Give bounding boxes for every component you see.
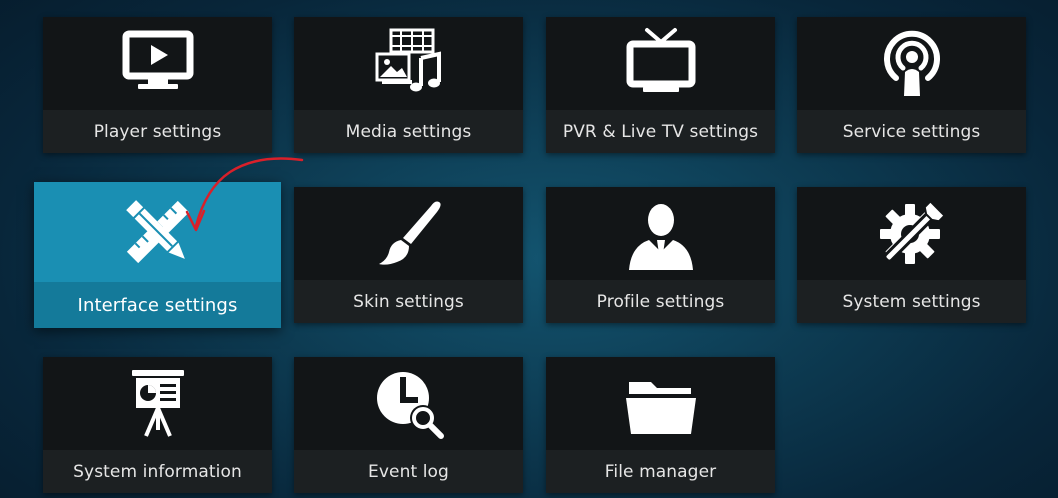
tile-label-bar: Service settings	[797, 110, 1026, 153]
tv-play-icon	[122, 30, 193, 89]
tile-icon-area	[43, 357, 272, 450]
media-library-icon	[375, 28, 441, 91]
tile-label: Player settings	[93, 121, 222, 142]
menu-tile-system-information[interactable]: System information	[43, 357, 272, 493]
tile-label: Event log	[368, 461, 449, 482]
tile-label-bar: Interface settings	[34, 282, 281, 328]
tile-label-bar: Skin settings	[294, 280, 523, 323]
tile-icon-area	[546, 17, 775, 110]
pencil-ruler-icon	[125, 200, 189, 264]
tile-icon-area	[43, 17, 272, 110]
broadcast-person-icon	[883, 30, 940, 96]
tile-label-bar: Media settings	[294, 110, 523, 153]
tile-icon-area	[797, 17, 1026, 110]
tile-label-bar: Profile settings	[546, 280, 775, 323]
tile-label: Media settings	[345, 121, 472, 142]
tile-icon-area	[294, 357, 523, 450]
tile-label-bar: System information	[43, 450, 272, 493]
person-silhouette-icon	[628, 203, 693, 270]
menu-tile-event-log[interactable]: Event log	[294, 357, 523, 493]
menu-tile-profile-settings[interactable]: Profile settings	[546, 187, 775, 323]
tile-icon-area	[546, 357, 775, 450]
tile-label-bar: Event log	[294, 450, 523, 493]
menu-tile-interface-settings[interactable]: Interface settings	[34, 182, 281, 328]
menu-tile-skin-settings[interactable]: Skin settings	[294, 187, 523, 323]
tile-label-bar: Player settings	[43, 110, 272, 153]
menu-tile-file-manager[interactable]: File manager	[546, 357, 775, 493]
tile-label: Skin settings	[353, 291, 464, 312]
tile-icon-area	[797, 187, 1026, 280]
tile-label: File manager	[604, 461, 717, 482]
tile-label-bar: PVR & Live TV settings	[546, 110, 775, 153]
tile-label: PVR & Live TV settings	[562, 121, 759, 142]
tile-icon-area	[34, 182, 281, 282]
tile-label-bar: System settings	[797, 280, 1026, 323]
menu-tile-player-settings[interactable]: Player settings	[43, 17, 272, 153]
tile-icon-area	[294, 17, 523, 110]
tile-label: System information	[73, 461, 242, 482]
tile-label: Interface settings	[77, 294, 238, 316]
gear-wrench-icon	[879, 199, 946, 264]
tile-label: Profile settings	[596, 291, 725, 312]
menu-tile-system-settings[interactable]: System settings	[797, 187, 1026, 323]
menu-tile-service-settings[interactable]: Service settings	[797, 17, 1026, 153]
tile-icon-area	[294, 187, 523, 280]
folder-icon	[625, 381, 696, 434]
tv-antenna-icon	[626, 27, 695, 92]
clock-magnifier-icon	[376, 371, 444, 439]
presentation-board-icon	[131, 369, 184, 437]
tile-icon-area	[546, 187, 775, 280]
tile-label: Service settings	[842, 121, 981, 142]
menu-tile-media-settings[interactable]: Media settings	[294, 17, 523, 153]
menu-tile-pvr-live-tv-settings[interactable]: PVR & Live TV settings	[546, 17, 775, 153]
tile-label: System settings	[842, 291, 981, 312]
paintbrush-icon	[378, 201, 441, 265]
tile-label-bar: File manager	[546, 450, 775, 493]
